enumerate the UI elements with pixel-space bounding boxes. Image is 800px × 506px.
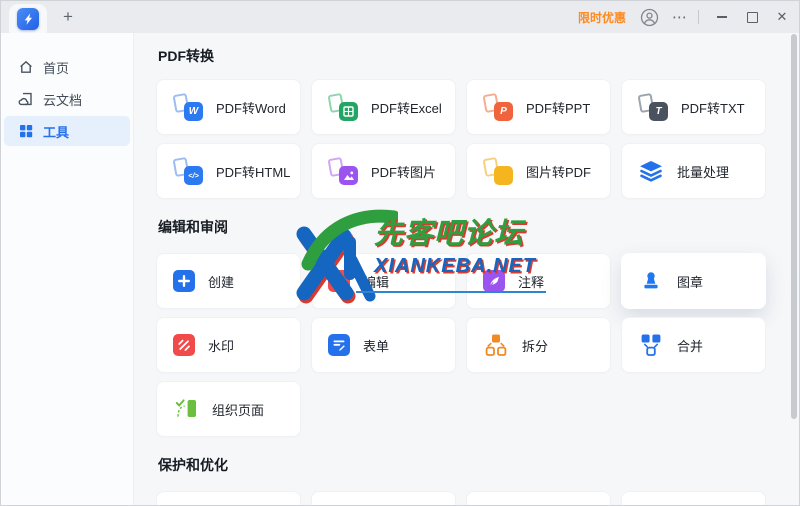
minimize-icon [717,16,727,18]
pdf-to-html-icon: </> [173,158,203,185]
tool-card-stub[interactable] [311,491,456,505]
vertical-scrollbar-thumb[interactable] [791,34,797,419]
sidebar-item-cloud-docs[interactable]: 云文档 [4,84,130,114]
avatar-icon[interactable] [639,7,659,27]
new-tab-button[interactable]: + [57,6,79,28]
tool-card-pdf-to-ppt[interactable]: P PDF转PPT [466,79,611,135]
tool-card-watermark[interactable]: 水印 [156,317,301,373]
tool-label: 编辑 [363,272,389,291]
maximize-button[interactable] [739,4,765,30]
tool-label: PDF转Excel [371,98,442,117]
tool-label: 拆分 [522,336,548,355]
promo-link[interactable]: 限时优惠 [578,9,626,26]
tool-card-merge[interactable]: 合并 [621,317,766,373]
tool-card-pdf-to-excel[interactable]: PDF转Excel [311,79,456,135]
tool-label: 表单 [363,336,389,355]
sidebar-item-label: 首页 [43,58,69,77]
tool-label: 图片转PDF [526,162,591,181]
sidebar-item-home[interactable]: 首页 [4,52,130,82]
tool-card-image-to-pdf[interactable]: 图片转PDF [466,143,611,199]
tool-card-pdf-to-html[interactable]: </> PDF转HTML [156,143,301,199]
watermark-icon [173,334,195,356]
tool-grid-pdf-convert: W PDF转Word PDF转Excel P PDF转PPT [156,79,778,199]
maximize-icon [747,12,758,23]
tool-card-edit[interactable]: 编辑 [311,253,456,309]
tool-card-split[interactable]: 拆分 [466,317,611,373]
annotate-icon [483,270,505,292]
tool-card-stub[interactable] [466,491,611,505]
stamp-icon [638,270,664,292]
pdf-to-txt-icon: T [638,94,668,121]
tool-label: PDF转HTML [216,162,290,181]
section-title-pdf-convert: PDF转换 [158,46,799,66]
organize-pages-icon [173,397,199,421]
tool-label: PDF转PPT [526,98,590,117]
edit-icon [328,270,350,292]
tool-label: 水印 [208,336,234,355]
tool-label: PDF转TXT [681,98,745,117]
pdf-to-image-icon [328,158,358,185]
tool-label: 注释 [518,272,544,291]
sidebar-item-label: 云文档 [43,90,82,109]
section-title-protect-optimize: 保护和优化 [158,455,799,475]
more-menu-button[interactable]: ⋯ [672,8,688,26]
sidebar-item-tools[interactable]: 工具 [4,116,130,146]
titlebar: + 限时优惠 ⋯ ✕ [1,1,799,33]
tool-grid-protect-optimize [156,491,778,505]
tool-card-batch-process[interactable]: 批量处理 [621,143,766,199]
pdf-to-ppt-icon: P [483,94,513,121]
tool-label: 合并 [677,336,703,355]
tool-label: 创建 [208,272,234,291]
tool-card-pdf-to-word[interactable]: W PDF转Word [156,79,301,135]
tools-grid-icon [18,123,34,139]
tool-label: 图章 [677,272,703,291]
tool-card-pdf-to-txt[interactable]: T PDF转TXT [621,79,766,135]
tool-card-organize-pages[interactable]: 组织页面 [156,381,301,437]
tool-label: PDF转Word [216,98,286,117]
tool-card-annotate[interactable]: 注释 [466,253,611,309]
app-tab[interactable] [9,4,47,33]
tool-card-stamp[interactable]: 图章 [621,253,766,309]
app-window: + 限时优惠 ⋯ ✕ 首页 [0,0,800,506]
titlebar-divider [698,10,699,24]
minimize-button[interactable] [709,4,735,30]
close-button[interactable]: ✕ [769,4,795,30]
home-icon [18,59,34,75]
sidebar: 首页 云文档 工具 [1,33,134,505]
tool-card-forms[interactable]: 表单 [311,317,456,373]
create-icon [173,270,195,292]
tools-page: PDF转换 W PDF转Word PDF转Excel [134,33,799,505]
section-title-edit-review: 编辑和审阅 [158,217,799,237]
tool-card-pdf-to-image[interactable]: PDF转图片 [311,143,456,199]
batch-process-icon [638,160,664,182]
tool-card-stub[interactable] [156,491,301,505]
tool-card-create[interactable]: 创建 [156,253,301,309]
tool-label: 组织页面 [212,400,264,419]
tool-card-stub[interactable] [621,491,766,505]
app-logo-icon [17,8,39,30]
pdf-to-excel-icon [328,94,358,121]
tool-label: PDF转图片 [371,162,436,181]
pdf-to-word-icon: W [173,94,203,121]
tool-label: 批量处理 [677,162,729,181]
merge-icon [638,333,664,357]
cloud-doc-icon [18,91,34,107]
forms-icon [328,334,350,356]
tool-grid-edit-review: 创建 编辑 注释 [156,253,778,437]
image-to-pdf-icon [483,158,513,185]
split-icon [483,333,509,357]
sidebar-item-label: 工具 [43,122,69,141]
